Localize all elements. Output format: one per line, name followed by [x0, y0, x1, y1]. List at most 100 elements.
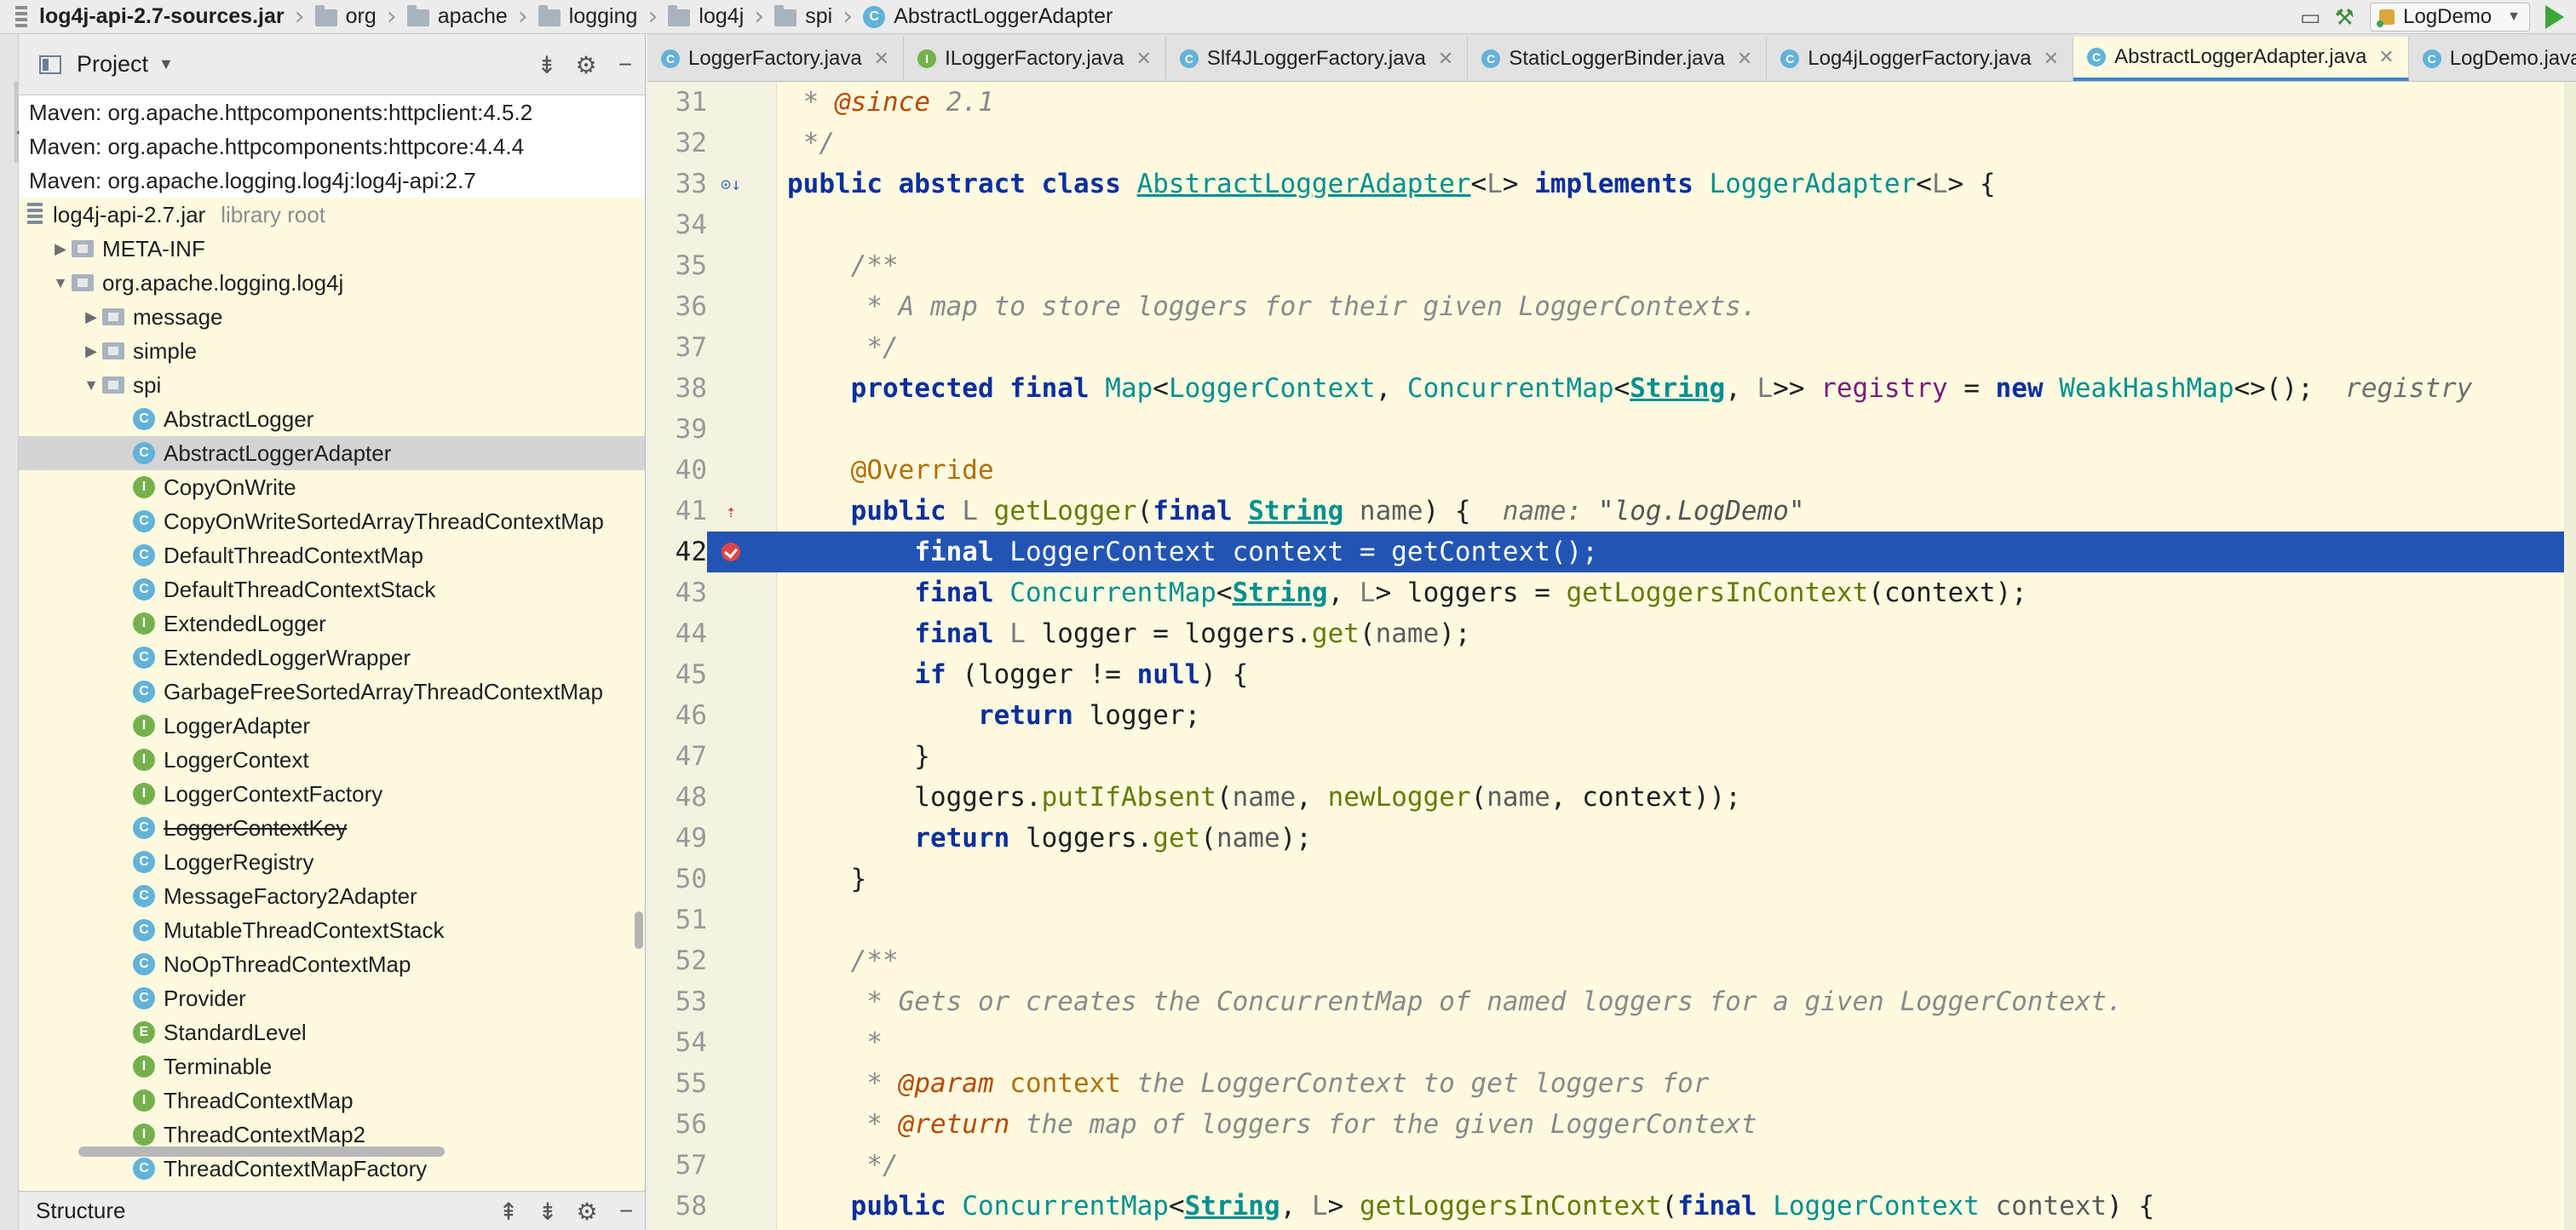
code-text: final L logger = loggers.get(name); — [914, 618, 1471, 649]
tree-item[interactable]: C Provider — [19, 981, 645, 1015]
class-icon: C — [133, 817, 155, 839]
breadcrumb-item[interactable]: log4j-api-2.7-sources.jar — [2, 0, 290, 34]
chevron-down-icon[interactable]: ▼ — [158, 55, 174, 73]
class-icon: C — [133, 987, 155, 1009]
collapsed-arrow-icon[interactable]: ▶ — [80, 342, 102, 360]
tree-item[interactable]: Maven: org.apache.httpcomponents:httpcli… — [19, 95, 645, 129]
expand-all-icon[interactable]: ⇞ — [489, 1198, 528, 1226]
collapsed-arrow-icon[interactable]: ▶ — [49, 240, 72, 258]
class-icon: C — [661, 49, 680, 68]
editor-tab-active[interactable]: C AbstractLoggerAdapter.java ✕ — [2073, 37, 2409, 81]
tree-item[interactable]: C DefaultThreadContextStack — [19, 572, 645, 606]
tree-item[interactable]: I LoggerContext — [19, 743, 645, 777]
tree-item[interactable]: C ThreadContextMapFactory — [19, 1152, 645, 1186]
tree-item[interactable]: ▼ org.apache.logging.log4j — [19, 266, 645, 300]
editor-tab[interactable]: CLogDemo.java✕ — [2409, 37, 2576, 81]
tree-item[interactable]: C GarbageFreeSortedArrayThreadContextMap — [19, 675, 645, 709]
line-number: 56 — [675, 1109, 707, 1140]
collapse-all-icon[interactable]: ⇟ — [527, 51, 566, 79]
tree-item[interactable]: I LoggerContextFactory — [19, 777, 645, 811]
gear-icon[interactable]: ⚙ — [566, 51, 606, 79]
editor-tab[interactable]: C Log4jLoggerFactory.java ✕ — [1767, 37, 2074, 81]
editor-vertical-scrollbar[interactable] — [2564, 82, 2576, 1230]
tree-item-label: LoggerAdapter — [164, 712, 311, 739]
editor-tab[interactable]: C Slf4JLoggerFactory.java ✕ — [1166, 37, 1469, 81]
breadcrumb-item[interactable]: logging — [533, 0, 643, 34]
layout-icon[interactable]: ▭ — [2293, 2, 2327, 32]
line-number: 49 — [675, 823, 707, 854]
tree-item[interactable]: ▶ message — [19, 300, 645, 334]
structure-panel-tools: ⇞ ⇟ ⚙ − — [489, 1192, 645, 1230]
tree-item[interactable]: C MessageFactory2Adapter — [19, 879, 645, 913]
breadcrumb-separator-icon: › — [517, 2, 528, 32]
close-icon[interactable]: ✕ — [1737, 48, 1752, 70]
close-icon[interactable]: ✕ — [1438, 48, 1453, 70]
tree-item[interactable]: C MutableThreadContextStack — [19, 913, 645, 947]
interface-icon: I — [133, 476, 155, 498]
expanded-arrow-icon[interactable]: ▼ — [49, 274, 72, 292]
structure-title[interactable]: Structure — [36, 1198, 126, 1224]
tree-item[interactable]: C NoOpThreadContextMap — [19, 947, 645, 981]
tree-item[interactable]: ▼ spi — [19, 368, 645, 402]
close-icon[interactable]: ✕ — [2044, 48, 2059, 70]
close-icon[interactable]: ✕ — [874, 48, 889, 70]
code-editor[interactable]: 31 * @since 2.1 32 */33 ⊙↓ public abstract … — [647, 82, 2576, 1230]
expanded-arrow-icon[interactable]: ▼ — [80, 376, 102, 394]
tree-item[interactable]: C ExtendedLoggerWrapper — [19, 641, 645, 675]
tree-item[interactable]: C LoggerContextKey — [19, 811, 645, 845]
collapse-all-icon[interactable]: ⇟ — [528, 1198, 567, 1226]
code-line: 41 ⇡ public L getLogger(final String name… — [647, 491, 2576, 532]
run-icon[interactable] — [2545, 5, 2564, 29]
tree-item[interactable]: Maven: org.apache.httpcomponents:httpcor… — [19, 129, 645, 164]
tree-item-selected[interactable]: C AbstractLoggerAdapter — [19, 436, 645, 470]
close-icon[interactable]: ✕ — [1136, 48, 1151, 70]
project-view-selector[interactable]: Project — [77, 51, 148, 78]
line-number: 36 — [675, 291, 707, 322]
breadcrumb-item[interactable]: org — [310, 0, 382, 34]
tree-item[interactable]: E StandardLevel — [19, 1015, 645, 1049]
tree-item[interactable]: I ThreadContextMap — [19, 1083, 645, 1118]
minimize-icon[interactable]: − — [607, 1198, 645, 1225]
collapsed-arrow-icon[interactable]: ▶ — [80, 308, 102, 326]
editor-tab[interactable]: I ILoggerFactory.java ✕ — [904, 37, 1166, 81]
breadcrumb-item[interactable]: C AbstractLoggerAdapter — [858, 0, 1118, 34]
interface-icon: I — [133, 783, 155, 805]
line-number: 31 — [675, 87, 707, 118]
tree-item[interactable]: I ExtendedLogger — [19, 606, 645, 641]
breakpoint-icon[interactable] — [721, 532, 741, 572]
tree-item[interactable]: C DefaultThreadContextMap — [19, 538, 645, 572]
line-number: 48 — [675, 782, 707, 813]
breadcrumb-item[interactable]: spi — [769, 0, 837, 34]
line-number: 54 — [675, 1027, 707, 1058]
run-configuration-dropdown[interactable]: LogDemo ▼ — [2370, 3, 2530, 32]
overrides-gutter-icon[interactable]: ⇡ — [721, 491, 741, 532]
tree-item[interactable]: log4j-api-2.7.jar library root — [19, 198, 645, 232]
code-text: public ConcurrentMap<String, L> getLogge… — [850, 1191, 2155, 1221]
line-number: 44 — [675, 618, 707, 649]
breadcrumb-item[interactable]: log4j — [663, 0, 749, 34]
tree-item[interactable]: Maven: org.apache.logging.log4j:log4j-ap… — [19, 164, 645, 198]
tree-item[interactable]: ▶ simple — [19, 334, 645, 368]
code-line: 53 * Gets or creates the ConcurrentMap o… — [647, 981, 2576, 1022]
editor-tab[interactable]: C LoggerFactory.java ✕ — [647, 37, 905, 81]
breadcrumb-item[interactable]: apache — [402, 0, 513, 34]
gear-icon[interactable]: ⚙ — [567, 1198, 607, 1226]
editor-tab[interactable]: C StaticLoggerBinder.java ✕ — [1468, 37, 1768, 81]
tree-horizontal-scrollbar[interactable] — [78, 1147, 445, 1157]
tree-item[interactable]: I CopyOnWrite — [19, 470, 645, 504]
tree-item[interactable]: C AbstractLogger — [19, 402, 645, 436]
minimize-icon[interactable]: − — [606, 51, 645, 78]
implements-gutter-icon[interactable]: ⊙↓ — [721, 164, 741, 204]
tree-vertical-scrollbar[interactable] — [635, 911, 643, 949]
tree-item[interactable]: C CopyOnWriteSortedArrayThreadContextMap — [19, 504, 645, 538]
code-line: 43 final ConcurrentMap<String, L> logger… — [647, 572, 2576, 613]
code-line: 40 @Override — [647, 450, 2576, 491]
build-hammer-icon[interactable]: ⚒ — [2327, 2, 2361, 32]
project-panel: Project ▼ ⇟ ⚙ − Maven: org.apache.httpco… — [19, 34, 646, 1230]
class-icon: C — [133, 442, 155, 464]
tree-item[interactable]: C LoggerRegistry — [19, 845, 645, 879]
tree-item[interactable]: I LoggerAdapter — [19, 709, 645, 743]
close-icon[interactable]: ✕ — [2378, 46, 2394, 68]
tree-item[interactable]: I Terminable — [19, 1049, 645, 1083]
tree-item[interactable]: ▶ META-INF — [19, 232, 645, 266]
